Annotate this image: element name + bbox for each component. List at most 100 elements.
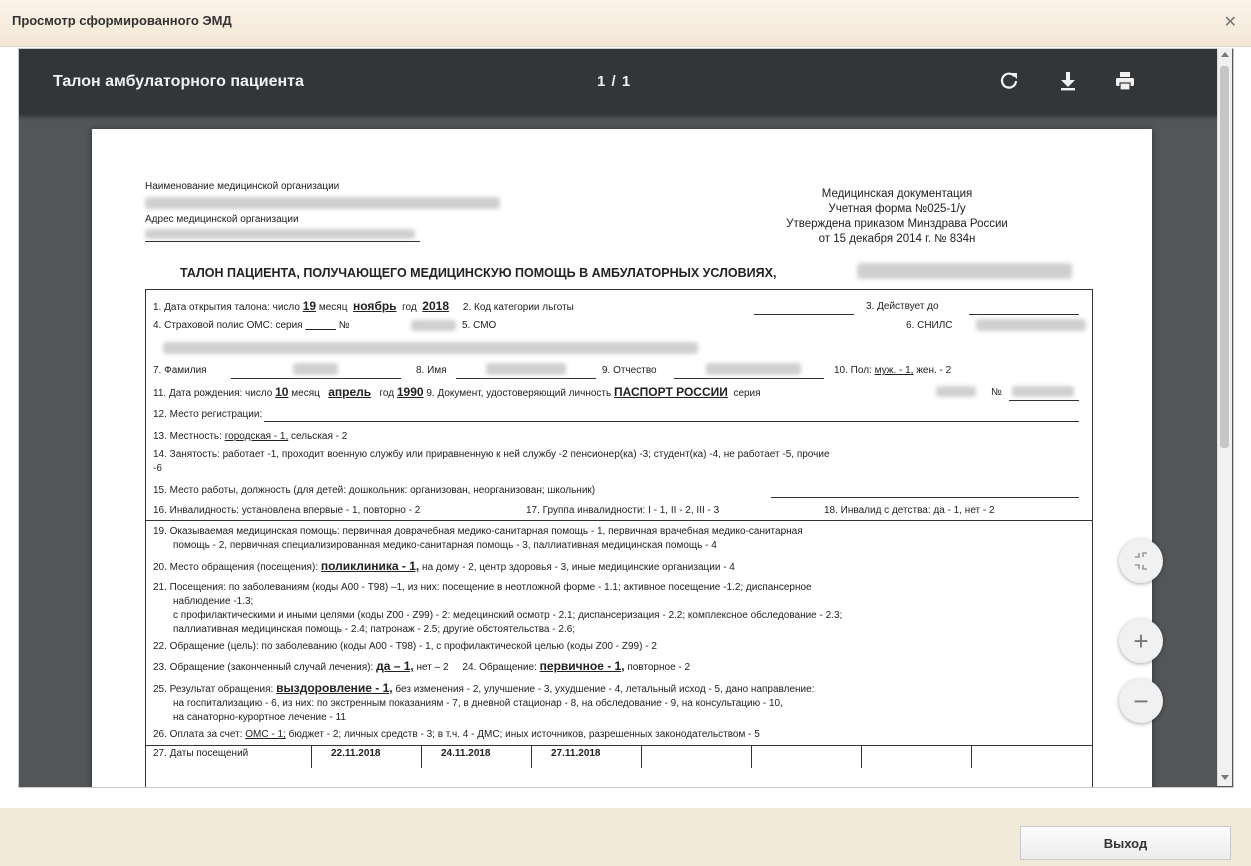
form-line-14: 23. Обращение (законченный случай лечени… <box>153 660 690 674</box>
redacted-field <box>145 197 500 209</box>
field-label: 20. Место обращения (посещения): <box>153 562 319 573</box>
rotate-icon[interactable] <box>997 69 1021 93</box>
pdf-viewer: Талон амбулаторного пациента 1 / 1 Наиме… <box>18 48 1234 788</box>
fit-page-button[interactable] <box>1119 539 1163 583</box>
scrollbar-thumb[interactable] <box>1220 66 1229 448</box>
form-line-9a: 16. Инвалидность: установлена впервые - … <box>153 505 421 516</box>
form-line-7-cont: -6 <box>153 463 162 474</box>
field-label: 3. Действует до <box>866 301 939 312</box>
form-line-13: 22. Обращение (цель): по заболеванию (ко… <box>153 641 657 652</box>
underline <box>1009 400 1079 401</box>
form-line-2: 4. Страховой полис ОМС: серия № <box>153 319 349 332</box>
exit-button[interactable]: Выход <box>1020 826 1231 860</box>
field-value: ноябрь <box>353 299 397 313</box>
form-line-9c: 18. Инвалид с детства: да - 1, нет - 2 <box>824 505 995 516</box>
underline <box>456 378 596 379</box>
redacted-field <box>163 342 698 354</box>
plus-icon: + <box>1133 626 1149 656</box>
visits-table: 27. Даты посещений 22.11.2018 24.11.2018… <box>146 745 1092 768</box>
field-label: 24. Обращение: <box>462 662 537 673</box>
scroll-down-icon[interactable] <box>1221 775 1229 780</box>
form-line-4: 11. Дата рождения: число 10 месяц апрель… <box>153 386 761 400</box>
form-line-11: 20. Место обращения (посещения): поликли… <box>153 560 735 574</box>
field-value: 19 <box>302 299 317 313</box>
form-header-line: Утверждена приказом Минздрава России <box>786 218 1008 230</box>
field-label: месяц <box>318 302 348 313</box>
viewer-toolbar: Талон амбулаторного пациента 1 / 1 <box>19 49 1218 115</box>
window-title: Просмотр сформированного ЭМД <box>12 13 232 28</box>
document-page: Наименование медицинской организации Адр… <box>92 129 1152 787</box>
zoom-in-button[interactable]: + <box>1119 619 1163 663</box>
form-line-8: 15. Место работы, должность (для детей: … <box>153 485 596 496</box>
underline <box>754 314 854 315</box>
field-label: повторное - 2 <box>627 662 691 673</box>
field-label: № <box>991 387 1002 398</box>
field-value: 1990 <box>396 385 424 399</box>
form-line-12-cont: паллиативная медицинская помощь - 2.4; п… <box>173 624 576 635</box>
underline <box>674 378 824 379</box>
field-label: нет – 2 <box>416 662 449 673</box>
field-label: 7. Фамилия <box>153 365 207 376</box>
form-header-line: от 15 декабря 2014 г. № 834н <box>818 233 976 245</box>
underline <box>969 314 1079 315</box>
field-label: 2. Код категории льготы <box>462 302 574 313</box>
form-header-line: Учетная форма №025-1/у <box>828 203 966 215</box>
field-value: поликлиника - 1, <box>320 559 420 573</box>
field-label: 4. Страховой полис ОМС: серия <box>153 320 303 331</box>
field-label: без изменения - 2, улучшение - 3, ухудше… <box>395 684 815 695</box>
field-value: выздоровление - 1, <box>276 681 393 695</box>
field-label: 1. Дата открытия талона: число <box>153 302 300 313</box>
form-line-15-cont: на санаторно-курортное лечение - 11 <box>173 712 346 723</box>
page-counter: 1 / 1 <box>597 73 632 90</box>
scroll-up-icon[interactable] <box>1221 52 1229 57</box>
table-divider <box>311 746 312 768</box>
field-value: первичное - 1, <box>539 659 625 673</box>
form-header-line: Медицинская документация <box>821 188 973 200</box>
section-divider <box>146 520 1092 521</box>
field-label: 6. СНИЛС <box>906 320 953 331</box>
form-table: 1. Дата открытия талона: число 19 месяц … <box>145 289 1093 787</box>
org-address-label: Адрес медицинской организации <box>145 214 299 225</box>
field-label: 26. Оплата за счет: <box>153 729 243 740</box>
form-line-12-cont: наблюдение -1.3; <box>173 596 254 607</box>
table-divider <box>641 746 642 768</box>
org-name-label: Наименование медицинской организации <box>145 181 340 192</box>
field-label: 10. Пол: <box>834 365 872 376</box>
field-label: год <box>379 388 395 399</box>
close-icon[interactable]: ✕ <box>1224 12 1237 32</box>
form-line-9b: 17. Группа инвалидности: I - 1, II - 2, … <box>526 505 720 516</box>
underline <box>145 241 420 242</box>
redacted-field <box>706 363 801 375</box>
form-line-12-cont: с профилактическими и иными целями (коды… <box>173 610 843 621</box>
table-divider <box>421 746 422 768</box>
form-line-16: 26. Оплата за счет: ОМС - 1; бюджет - 2;… <box>153 728 760 741</box>
table-divider <box>531 746 532 768</box>
field-value: 2018 <box>422 299 449 313</box>
field-label: сельская - 2 <box>291 431 348 442</box>
table-cell: 27.11.2018 <box>551 748 601 759</box>
form-line-5: 12. Место регистрации: <box>153 409 263 420</box>
form-header-info: Медицинская документация Учетная форма №… <box>732 187 1062 247</box>
field-label: месяц <box>291 388 320 399</box>
field-label: 9. Отчество <box>602 365 657 376</box>
field-value: ПАСПОРТ РОССИИ <box>613 385 728 399</box>
table-cell: 24.11.2018 <box>441 748 491 759</box>
field-label: на дому - 2, центр здоровья - 3, иные ме… <box>422 562 735 573</box>
window-titlebar: Просмотр сформированного ЭМД ✕ <box>0 0 1251 47</box>
document-heading-text: ТАЛОН ПАЦИЕНТА, ПОЛУЧАЮЩЕГО МЕДИЦИНСКУЮ … <box>180 266 777 280</box>
vertical-scrollbar[interactable] <box>1217 48 1232 786</box>
field-value: муж. - 1, <box>874 365 914 376</box>
redacted-field <box>857 263 1072 279</box>
sex-field: 10. Пол: муж. - 1, жен. - 2 <box>834 364 951 377</box>
compress-icon <box>1135 552 1147 570</box>
download-icon[interactable] <box>1056 69 1080 93</box>
field-value: да – 1, <box>376 659 414 673</box>
field-label: 5. СМО <box>462 320 497 331</box>
underline <box>771 497 1079 498</box>
field-label: бюджет - 2; личных средств - 3; в т.ч. 4… <box>288 729 760 740</box>
zoom-out-button[interactable]: − <box>1119 679 1163 723</box>
field-label: жен. - 2 <box>916 365 952 376</box>
print-icon[interactable] <box>1113 69 1137 93</box>
field-label: 25. Результат обращения: <box>153 684 274 695</box>
underline <box>231 378 401 379</box>
